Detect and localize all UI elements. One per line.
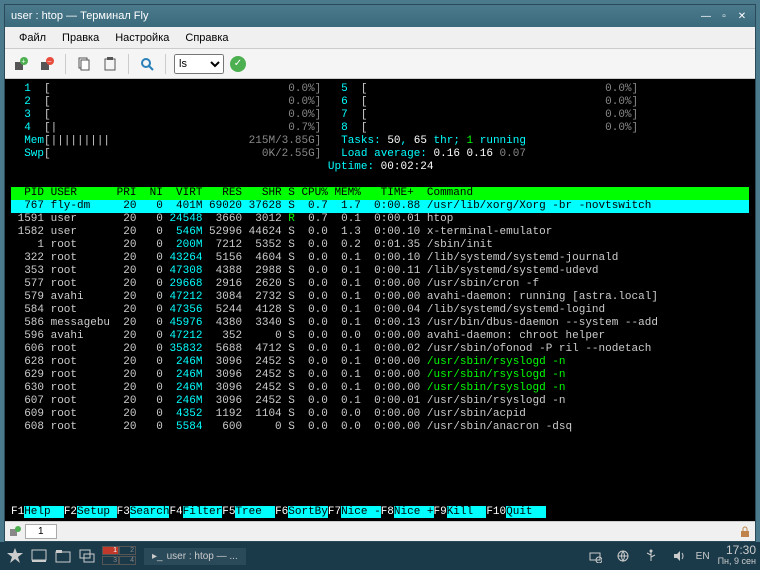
menu-settings[interactable]: Настройка <box>107 30 177 46</box>
close-button[interactable]: ✕ <box>735 9 749 23</box>
taskbar: 1 2 3 4 ▸_ user : htop — ... EN 17:30 Пн… <box>0 542 760 570</box>
start-menu-icon[interactable] <box>4 545 26 567</box>
new-tab-small-icon[interactable] <box>9 526 21 538</box>
terminal-icon: ▸_ <box>152 551 163 562</box>
lock-icon[interactable] <box>739 526 751 538</box>
terminal-tab[interactable]: 1 <box>25 524 57 539</box>
search-icon[interactable] <box>137 54 157 74</box>
window-title: user : htop — Терминал Fly <box>11 10 695 22</box>
desktop-3[interactable]: 3 <box>102 556 119 565</box>
close-tab-icon[interactable]: – <box>37 54 57 74</box>
show-desktop-icon[interactable] <box>28 545 50 567</box>
statusbar: 1 <box>5 521 755 541</box>
file-manager-icon[interactable] <box>52 545 74 567</box>
volume-icon[interactable] <box>668 545 690 567</box>
desktop-2[interactable]: 2 <box>119 546 136 555</box>
menu-edit[interactable]: Правка <box>54 30 107 46</box>
minimize-button[interactable]: — <box>699 9 713 23</box>
desktop-4[interactable]: 4 <box>119 556 136 565</box>
command-select[interactable]: ls <box>174 54 224 74</box>
usb-icon[interactable] <box>640 545 662 567</box>
terminal-content[interactable]: 1 [ 0.0%] 5 [ 0.0%] 2 [ 0.0%] 6 [ 0.0%] … <box>5 79 755 521</box>
clock[interactable]: 17:30 Пн, 9 сен <box>718 545 756 567</box>
run-button[interactable]: ✓ <box>230 56 246 72</box>
paste-icon[interactable] <box>100 54 120 74</box>
separator <box>128 54 129 74</box>
menu-file[interactable]: Файл <box>11 30 54 46</box>
titlebar[interactable]: user : htop — Терминал Fly — ▫ ✕ <box>5 5 755 27</box>
language-indicator[interactable]: EN <box>696 551 710 562</box>
terminal-window: user : htop — Терминал Fly — ▫ ✕ Файл Пр… <box>4 4 756 542</box>
desktop-1[interactable]: 1 <box>102 546 119 555</box>
tray-icon-1[interactable] <box>584 545 606 567</box>
svg-text:+: + <box>22 58 26 65</box>
taskbar-task[interactable]: ▸_ user : htop — ... <box>144 548 246 565</box>
separator <box>65 54 66 74</box>
svg-text:–: – <box>48 58 52 65</box>
network-icon[interactable] <box>612 545 634 567</box>
menubar: Файл Правка Настройка Справка <box>5 27 755 49</box>
windows-icon[interactable] <box>76 545 98 567</box>
system-tray: EN <box>584 545 710 567</box>
maximize-button[interactable]: ▫ <box>717 9 731 23</box>
separator <box>165 54 166 74</box>
new-tab-icon[interactable]: + <box>11 54 31 74</box>
menu-help[interactable]: Справка <box>177 30 236 46</box>
copy-icon[interactable] <box>74 54 94 74</box>
desktop-pager[interactable]: 1 2 3 4 <box>102 546 138 566</box>
toolbar: + – ls ✓ <box>5 49 755 79</box>
